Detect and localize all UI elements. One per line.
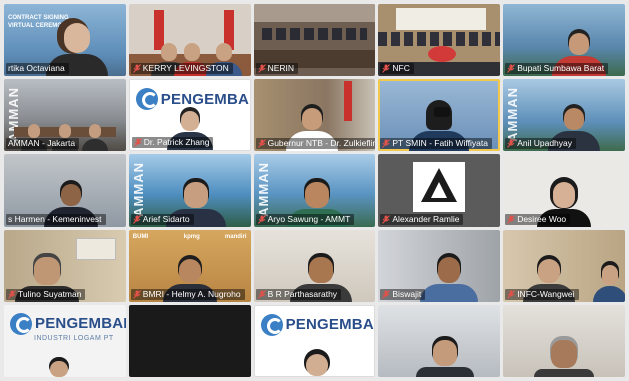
mic-muted-icon (257, 289, 266, 299)
mic-muted-icon (507, 214, 516, 224)
participant-name: B R Parthasarathy (255, 288, 342, 300)
participant-tile[interactable]: Alexander Ramlie (378, 154, 501, 227)
mic-muted-icon (257, 64, 266, 74)
participant-tile[interactable]: AMMAN Aryo Sawung - AMMT (253, 154, 376, 227)
amman-logo-text: AMMAN (130, 162, 146, 218)
participant-tile-active-speaker[interactable]: PT SMIN - Fatih Wiffiyata (378, 79, 501, 152)
mic-muted-icon (132, 64, 141, 74)
bumi-logo-text: BUMI (132, 233, 149, 240)
participant-tile[interactable]: AMMAN Arief Sidarto (128, 154, 251, 227)
pengembangan-logo: PENGEMBANGAN (260, 313, 374, 336)
mandiri-logo-text: mandiri (224, 233, 247, 240)
participant-tile[interactable]: PENGEMBANGAN INDUSTRI LOGAM PT (4, 304, 126, 377)
mic-muted-icon (257, 139, 266, 149)
video-grid: CONTRACT SIGNING VIRTUAL CEREMONY rtika … (4, 4, 625, 377)
participant-name: AMMAN - Jakarta (6, 138, 80, 150)
mic-muted-icon (507, 289, 516, 299)
participant-name: rtika Octaviana (6, 63, 69, 75)
kpmg-logo-text: kpmg (183, 233, 200, 240)
participant-tile[interactable]: Tulino Suyatman (4, 229, 126, 302)
participant-name: Dr. Patrick Zhang (131, 137, 214, 149)
mic-muted-icon (507, 139, 516, 149)
participant-name: PT SMIN - Fatih Wiffiyata (380, 138, 492, 150)
pengembangan-logo: PENGEMBANGAN (135, 88, 250, 111)
mic-muted-icon (132, 214, 141, 224)
mic-muted-icon (257, 214, 266, 224)
participant-name: INFC-Wangwei (505, 288, 579, 300)
participant-tile[interactable]: INFC-Wangwei (503, 229, 625, 302)
mic-muted-icon (382, 214, 391, 224)
participant-name: KERRY LEVINGSTON (130, 63, 233, 75)
participant-name: NERIN (255, 63, 299, 75)
pengembangan-subtitle: INDUSTRI LOGAM PT (34, 334, 114, 342)
participant-tile[interactable]: AMMAN AMMAN - Jakarta (4, 79, 126, 152)
participant-name: Alexander Ramlie (380, 213, 464, 225)
participant-name: Anil Upadhyay (505, 138, 576, 150)
participant-tile[interactable]: BUMI kpmg mandiri BMRI - Helmy A. Nugroh… (128, 229, 251, 302)
participant-tile[interactable]: Desiree Woo (503, 154, 625, 227)
mic-muted-icon (8, 289, 16, 299)
participant-tile[interactable]: Biswajit (378, 229, 501, 302)
participant-name: Gubernur NTB - Dr. Zulkieflimansyah (255, 138, 376, 150)
participant-tile[interactable]: B R Parthasarathy (253, 229, 376, 302)
participant-tile[interactable]: KERRY LEVINGSTON (128, 4, 251, 77)
participant-tile[interactable]: PENGEMBANGAN Dr. Patrick Zhang (128, 79, 251, 152)
participant-name: Tulino Suyatman (6, 288, 86, 300)
avatar (413, 162, 466, 213)
participant-tile[interactable]: s Harmen - Kemeninvest (4, 154, 126, 227)
participant-name: Desiree Woo (505, 213, 571, 225)
participant-tile[interactable] (378, 304, 501, 377)
participant-tile[interactable]: CONTRACT SIGNING VIRTUAL CEREMONY rtika … (4, 4, 126, 77)
mic-muted-icon (507, 64, 516, 74)
participant-name: BMRI - Helmy A. Nugroho (130, 288, 245, 300)
participant-name: Biswajit (380, 288, 426, 300)
participant-tile[interactable]: Bupati Sumbawa Barat (503, 4, 625, 77)
participant-tile[interactable] (503, 304, 625, 377)
participant-tile[interactable]: AMMAN Anil Upadhyay (503, 79, 625, 152)
participant-name: s Harmen - Kemeninvest (6, 213, 106, 225)
mic-muted-icon (133, 138, 142, 148)
amman-logo-text: AMMAN (505, 87, 521, 143)
participant-name: Arief Sidarto (130, 213, 194, 225)
participant-name: NFC (380, 63, 414, 75)
mic-muted-icon (382, 139, 391, 149)
participant-tile[interactable]: NERIN (253, 4, 376, 77)
mic-muted-icon (382, 289, 391, 299)
pengembangan-logo: PENGEMBANGAN (10, 312, 126, 335)
participant-name: Aryo Sawung - AMMT (255, 213, 355, 225)
participant-tile[interactable]: PENGEMBANGAN (253, 304, 376, 377)
participant-tile[interactable]: NFC (378, 4, 501, 77)
mic-muted-icon (132, 289, 141, 299)
participant-tile[interactable]: Gubernur NTB - Dr. Zulkieflimansyah (253, 79, 376, 152)
participant-name: Bupati Sumbawa Barat (505, 63, 609, 75)
company-logo-icon (421, 168, 458, 203)
amman-logo-text: AMMAN (255, 162, 271, 218)
mic-muted-icon (382, 64, 391, 74)
participant-tile[interactable] (128, 304, 251, 377)
